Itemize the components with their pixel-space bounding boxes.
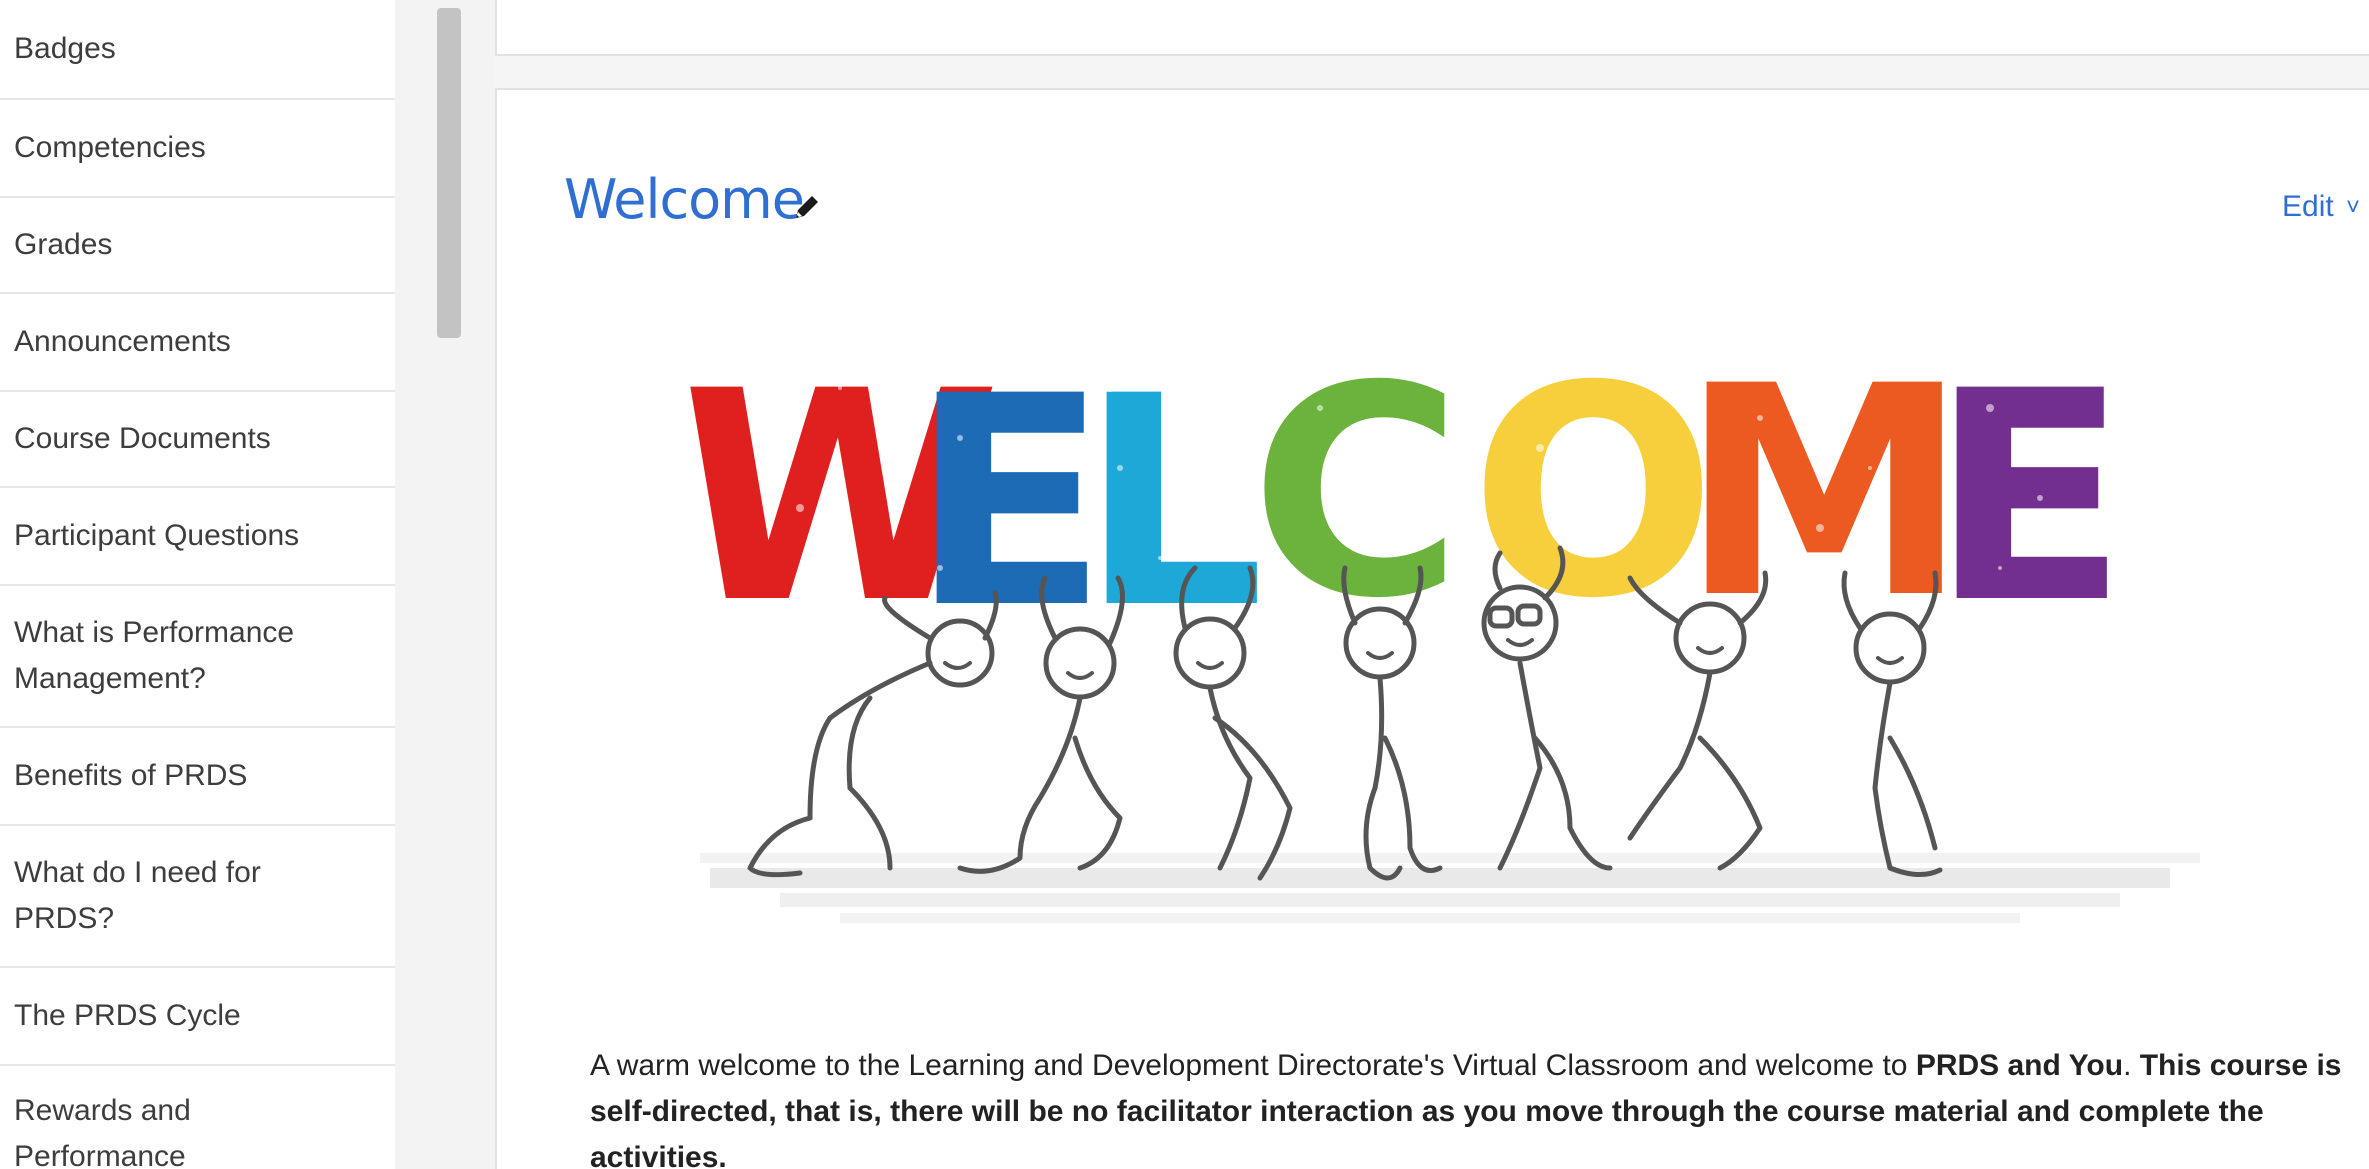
sidebar-item-label: Badges bbox=[14, 32, 116, 65]
sidebar-item-course-documents[interactable]: Course Documents bbox=[0, 392, 395, 488]
previous-section-card bbox=[495, 0, 2369, 56]
sidebar-item-benefits-of-prds[interactable]: Benefits of PRDS bbox=[0, 728, 395, 826]
description-text: . bbox=[2123, 1049, 2140, 1082]
sidebar-item-participant-questions[interactable]: Participant Questions bbox=[0, 488, 395, 586]
sidebar-item-announcements[interactable]: Announcements bbox=[0, 294, 395, 392]
description-text: A warm welcome to the Learning and Devel… bbox=[590, 1049, 1916, 1082]
floor-shadow bbox=[700, 853, 2200, 923]
course-nav-sidebar: Badges Competencies Grades Announcements… bbox=[0, 0, 395, 1169]
section-description: A warm welcome to the Learning and Devel… bbox=[590, 1043, 2365, 1169]
sidebar-item-label: Rewards and Performance bbox=[14, 1094, 191, 1169]
sidebar-item-label: Grades bbox=[14, 228, 113, 261]
sidebar-item-competencies[interactable]: Competencies bbox=[0, 100, 395, 198]
sidebar-item-label: What is Performance Management? bbox=[14, 616, 295, 695]
sidebar-item-badges[interactable]: Badges bbox=[0, 0, 395, 100]
page: { "sidebar": { "items": [ {"label": "Bad… bbox=[0, 0, 2369, 1169]
sidebar-item-label: The PRDS Cycle bbox=[14, 999, 241, 1032]
section-title: Welcome bbox=[564, 168, 805, 231]
sidebar-item-label: Participant Questions bbox=[14, 519, 300, 552]
sidebar-item-label: What do I need for PRDS? bbox=[14, 856, 261, 935]
sidebar-item-label: Competencies bbox=[14, 131, 206, 164]
edit-title-pencil-icon[interactable] bbox=[790, 190, 824, 224]
chevron-down-icon[interactable]: ˅ bbox=[2346, 194, 2360, 222]
banner-letter: E bbox=[910, 335, 1108, 672]
sidebar-item-what-do-i-need[interactable]: What do I need for PRDS? bbox=[0, 826, 395, 968]
welcome-illustration: W E L C O M E bbox=[662, 325, 2200, 923]
sidebar-item-label: Announcements bbox=[14, 325, 231, 358]
banner-letter: M bbox=[1680, 325, 1969, 662]
edit-menu-button[interactable]: Edit bbox=[2282, 190, 2334, 224]
sidebar-item-grades[interactable]: Grades bbox=[0, 198, 395, 294]
sidebar-item-rewards-and-performance[interactable]: Rewards and Performance bbox=[0, 1066, 395, 1169]
sidebar-scrollbar-thumb[interactable] bbox=[437, 8, 461, 338]
sidebar-item-label: Course Documents bbox=[14, 422, 271, 455]
banner-letter: C bbox=[1250, 325, 1463, 662]
banner-letter: E bbox=[1930, 330, 2128, 667]
sidebar-item-label: Benefits of PRDS bbox=[14, 759, 248, 792]
sidebar-item-prds-cycle[interactable]: The PRDS Cycle bbox=[0, 968, 395, 1066]
description-course-name: PRDS and You bbox=[1915, 1049, 2124, 1082]
sidebar-item-performance-management[interactable]: What is Performance Management? bbox=[0, 586, 395, 728]
welcome-banner-image: W E L C O M E bbox=[640, 268, 2330, 1008]
